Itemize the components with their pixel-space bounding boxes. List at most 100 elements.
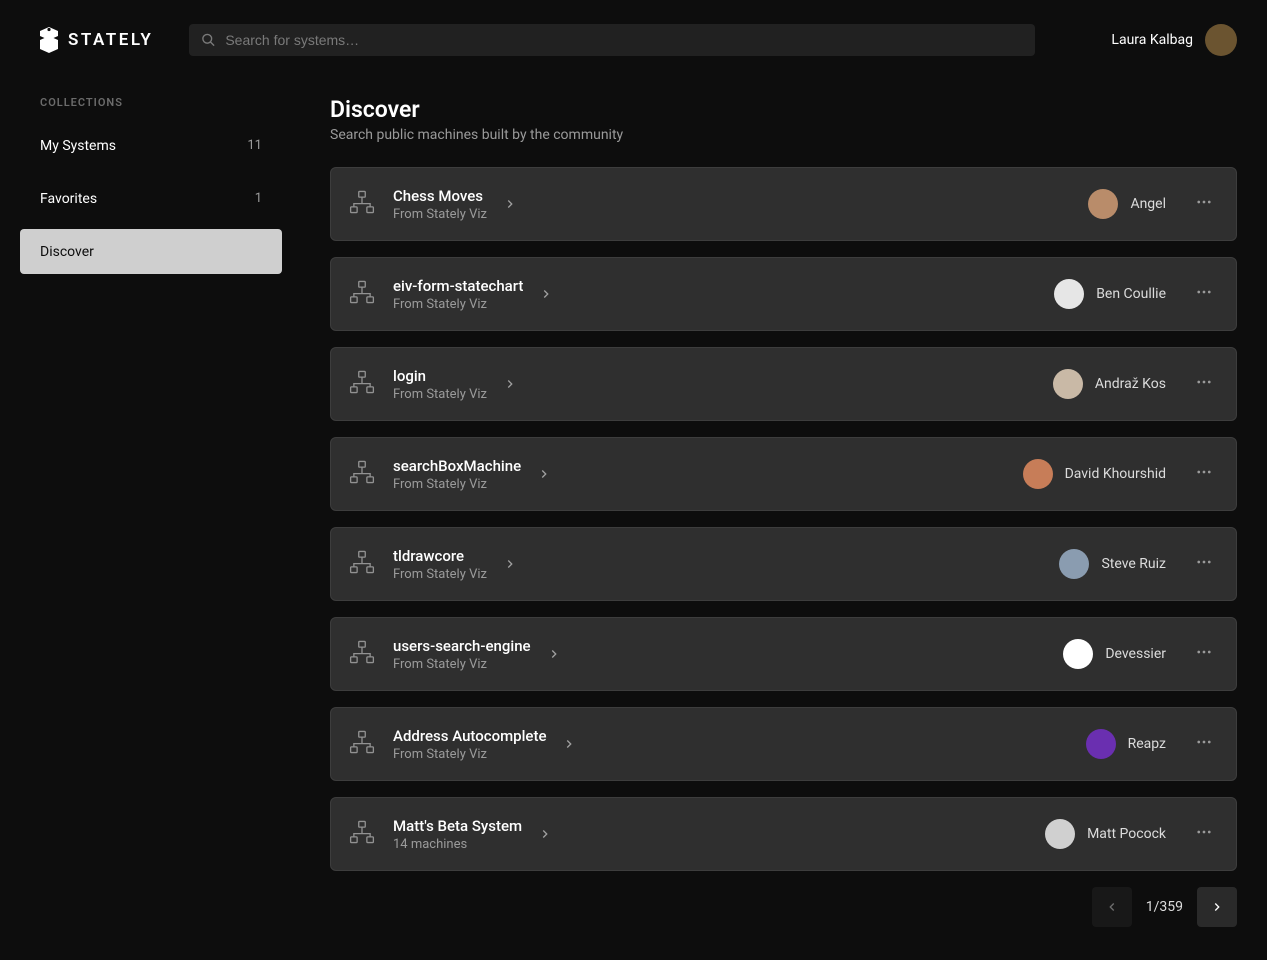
result-card[interactable]: Matt's Beta System14 machinesMatt Pocock <box>330 797 1237 871</box>
sidebar-item-my-systems[interactable]: My Systems11 <box>20 123 282 168</box>
chevron-right-icon <box>547 647 561 661</box>
sidebar: COLLECTIONS My Systems11 Favorites1 Discov… <box>0 96 310 927</box>
ellipsis-icon <box>1195 733 1213 755</box>
result-card[interactable]: login From Stately Viz Andraž Kos <box>330 347 1237 421</box>
sidebar-item-discover[interactable]: Discover <box>20 229 282 274</box>
card-title: eiv-form-statechart <box>393 277 523 295</box>
card-subtitle: From Stately Viz <box>393 297 523 312</box>
result-card[interactable]: Address Autocomplete From Stately Viz Reap… <box>330 707 1237 781</box>
search-input[interactable] <box>189 24 1035 56</box>
next-page-button[interactable] <box>1197 887 1237 927</box>
more-options-button[interactable] <box>1190 460 1218 488</box>
more-options-button[interactable] <box>1190 820 1218 848</box>
result-card[interactable]: eiv-form-statechart From Stately Viz Ben C… <box>330 257 1237 331</box>
card-author[interactable]: Andraž Kos <box>1053 369 1166 399</box>
ellipsis-icon <box>1195 553 1213 575</box>
main: COLLECTIONS My Systems11 Favorites1 Discov… <box>0 66 1267 927</box>
chevron-right-icon <box>537 467 551 481</box>
card-title: Chess Moves <box>393 187 487 205</box>
ellipsis-icon <box>1195 823 1213 845</box>
statechart-icon <box>349 189 375 219</box>
chevron-right-icon <box>1210 900 1224 914</box>
result-card[interactable]: searchBoxMachine From Stately Viz David Kh… <box>330 437 1237 511</box>
chevron-left-icon <box>1105 900 1119 914</box>
author-name: Steve Ruiz <box>1101 556 1166 572</box>
author-avatar <box>1059 549 1089 579</box>
card-body: Matt's Beta System14 machines <box>393 817 1045 852</box>
prev-page-button[interactable] <box>1092 887 1132 927</box>
card-subtitle: From Stately Viz <box>393 207 487 222</box>
card-body: searchBoxMachine From Stately Viz <box>393 457 1023 492</box>
ellipsis-icon <box>1195 373 1213 395</box>
chevron-right-icon <box>562 737 576 751</box>
result-card[interactable]: users-search-engineFrom Stately VizDeves… <box>330 617 1237 691</box>
card-subtitle: 14 machines <box>393 837 522 852</box>
more-options-button[interactable] <box>1190 280 1218 308</box>
chevron-right-icon <box>538 827 552 841</box>
card-subtitle: From Stately Viz <box>393 567 487 582</box>
card-author[interactable]: Ben Coullie <box>1054 279 1166 309</box>
chevron-right-icon <box>503 557 517 571</box>
card-title: searchBoxMachine <box>393 457 521 475</box>
ellipsis-icon <box>1195 193 1213 215</box>
sidebar-item-label: My Systems <box>40 138 116 154</box>
brand-logo[interactable]: STATELY <box>38 27 153 53</box>
author-avatar <box>1053 369 1083 399</box>
sidebar-header: COLLECTIONS <box>20 96 282 123</box>
topbar: STATELY Laura Kalbag <box>0 0 1267 66</box>
results-list: Chess Moves From Stately Viz Angel eiv-form… <box>330 167 1237 871</box>
more-options-button[interactable] <box>1190 190 1218 218</box>
statechart-icon <box>349 729 375 759</box>
ellipsis-icon <box>1195 283 1213 305</box>
card-subtitle: From Stately Viz <box>393 747 546 762</box>
card-body: tldrawcore From Stately Viz <box>393 547 1059 582</box>
card-author[interactable]: Devessier <box>1063 639 1166 669</box>
statechart-icon <box>349 549 375 579</box>
ellipsis-icon <box>1195 643 1213 665</box>
statechart-icon <box>349 819 375 849</box>
chevron-right-icon <box>503 197 517 211</box>
user-menu[interactable]: Laura Kalbag <box>1111 24 1237 56</box>
card-author[interactable]: Angel <box>1088 189 1166 219</box>
more-options-button[interactable] <box>1190 730 1218 758</box>
statechart-icon <box>349 279 375 309</box>
card-title: login <box>393 367 487 385</box>
author-avatar <box>1063 639 1093 669</box>
sidebar-item-label: Discover <box>40 244 94 260</box>
ellipsis-icon <box>1195 463 1213 485</box>
more-options-button[interactable] <box>1190 640 1218 668</box>
card-body: users-search-engineFrom Stately Viz <box>393 637 1063 672</box>
author-avatar <box>1023 459 1053 489</box>
result-card[interactable]: tldrawcore From Stately Viz Steve Ruiz <box>330 527 1237 601</box>
content: Discover Search public machines built by… <box>310 96 1267 927</box>
card-author[interactable]: David Khourshid <box>1023 459 1166 489</box>
card-body: eiv-form-statechart From Stately Viz <box>393 277 1054 312</box>
page-title: Discover <box>330 96 1237 123</box>
author-name: David Khourshid <box>1065 466 1166 482</box>
card-author[interactable]: Steve Ruiz <box>1059 549 1166 579</box>
pagination: 1/359 <box>330 887 1237 927</box>
statechart-icon <box>349 369 375 399</box>
more-options-button[interactable] <box>1190 370 1218 398</box>
result-card[interactable]: Chess Moves From Stately Viz Angel <box>330 167 1237 241</box>
user-avatar <box>1205 24 1237 56</box>
card-body: Chess Moves From Stately Viz <box>393 187 1088 222</box>
search-wrapper <box>189 24 1035 56</box>
author-name: Ben Coullie <box>1096 286 1166 302</box>
sidebar-item-label: Favorites <box>40 191 97 207</box>
card-title: tldrawcore <box>393 547 487 565</box>
author-name: Reapz <box>1128 736 1166 752</box>
card-title: Address Autocomplete <box>393 727 546 745</box>
page-subtitle: Search public machines built by the comm… <box>330 127 1237 143</box>
sidebar-item-favorites[interactable]: Favorites1 <box>20 176 282 221</box>
card-subtitle: From Stately Viz <box>393 387 487 402</box>
card-body: Address Autocomplete From Stately Viz <box>393 727 1086 762</box>
card-author[interactable]: Matt Pocock <box>1045 819 1166 849</box>
card-subtitle: From Stately Viz <box>393 477 521 492</box>
author-avatar <box>1086 729 1116 759</box>
author-name: Angel <box>1130 196 1166 212</box>
card-author[interactable]: Reapz <box>1086 729 1166 759</box>
user-name: Laura Kalbag <box>1111 32 1193 48</box>
statechart-icon <box>349 459 375 489</box>
more-options-button[interactable] <box>1190 550 1218 578</box>
